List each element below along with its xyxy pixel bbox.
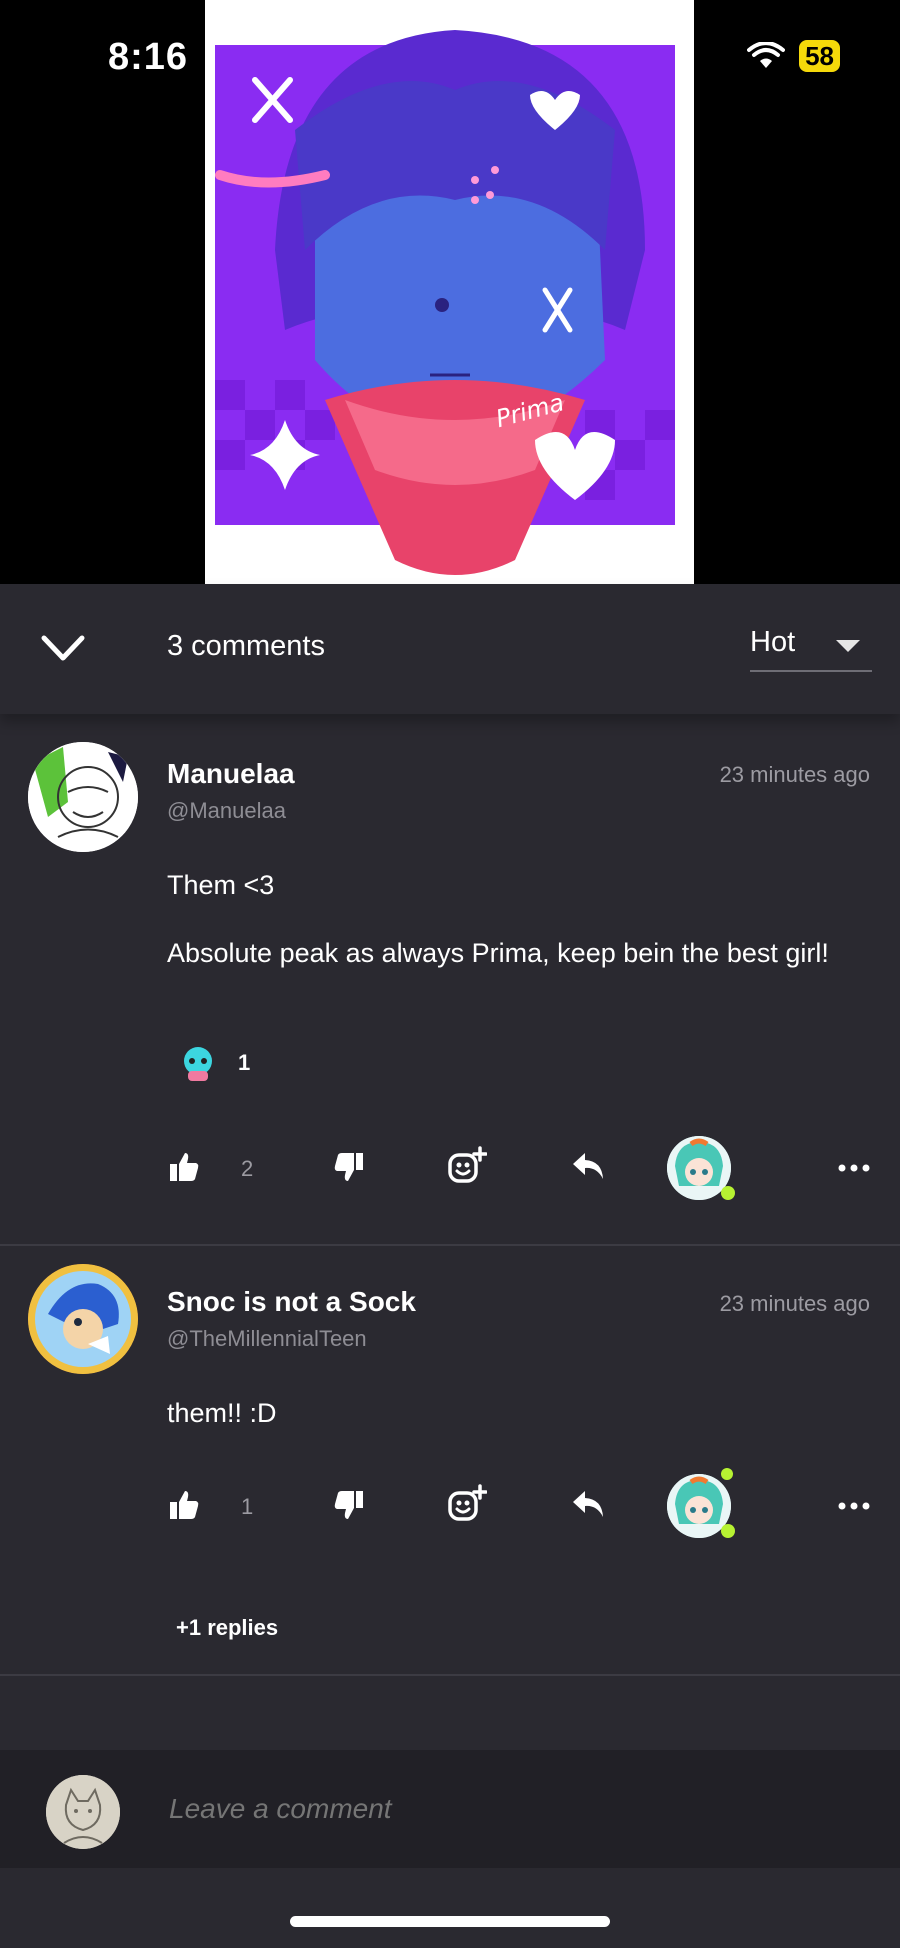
sort-dropdown[interactable]: Hot: [750, 626, 872, 672]
post-media[interactable]: Prima 8:16 58: [0, 0, 900, 584]
comment-text-line: them!! :D: [167, 1398, 277, 1428]
battery-indicator: 58: [799, 40, 840, 72]
avatar[interactable]: [28, 742, 138, 852]
wifi-icon: [747, 42, 786, 68]
avatar[interactable]: [28, 1264, 138, 1374]
more-options-icon[interactable]: [838, 1502, 870, 1510]
comment-actions: 2: [0, 1136, 900, 1206]
sort-label: Hot: [750, 626, 796, 658]
comment-handle[interactable]: @TheMillennialTeen: [167, 1326, 367, 1352]
comment-composer: [0, 1750, 900, 1868]
comment-text-line: Absolute peak as always Prima, keep bein…: [167, 938, 829, 968]
status-time: 8:16: [108, 36, 189, 78]
comment-count: 3 comments: [167, 630, 325, 662]
online-status-dot: [721, 1468, 733, 1480]
add-reaction-icon[interactable]: [447, 1484, 487, 1524]
reaction-chip[interactable]: 1: [178, 1043, 250, 1083]
comment-input[interactable]: [167, 1792, 851, 1826]
online-status-dot: [721, 1186, 735, 1200]
comment-actions: 1: [0, 1468, 900, 1544]
comment-handle[interactable]: @Manuelaa: [167, 798, 286, 824]
status-indicators: 58: [747, 40, 840, 72]
comment-author[interactable]: Manuelaa: [167, 758, 295, 790]
thumbs-up-icon[interactable]: [168, 1151, 200, 1183]
add-reaction-icon[interactable]: [447, 1146, 487, 1186]
comment-item: Snoc is not a Sock @TheMillennialTeen 23…: [0, 1246, 900, 1676]
online-status-dot: [721, 1524, 735, 1538]
like-count: 1: [241, 1494, 254, 1519]
comment-item: Manuelaa @Manuelaa 23 minutes ago Them <…: [0, 714, 900, 1244]
caret-down-icon: [836, 640, 860, 652]
like-count: 2: [241, 1156, 254, 1181]
current-user-avatar[interactable]: [46, 1775, 120, 1849]
thumbs-down-icon[interactable]: [333, 1151, 365, 1183]
more-options-icon[interactable]: [838, 1164, 870, 1172]
home-indicator[interactable]: [290, 1916, 610, 1927]
thumbs-down-icon[interactable]: [333, 1489, 365, 1521]
comments-header: 3 comments Hot: [0, 584, 900, 714]
comment-timestamp: 23 minutes ago: [719, 1291, 870, 1316]
artwork-image[interactable]: Prima: [205, 0, 694, 584]
reaction-count: 1: [238, 1050, 251, 1075]
reply-icon[interactable]: [571, 1151, 605, 1181]
view-replies-link[interactable]: +1 replies: [176, 1615, 278, 1641]
thumbs-up-icon[interactable]: [168, 1489, 200, 1521]
comment-text-line: Them <3: [167, 870, 275, 900]
reply-icon[interactable]: [571, 1489, 605, 1519]
comment-timestamp: 23 minutes ago: [719, 762, 870, 787]
comment-author[interactable]: Snoc is not a Sock: [167, 1286, 416, 1318]
divider: [0, 1674, 900, 1676]
sticker-reaction-icon: [184, 1047, 212, 1081]
collapse-chevron-icon[interactable]: [40, 630, 86, 666]
